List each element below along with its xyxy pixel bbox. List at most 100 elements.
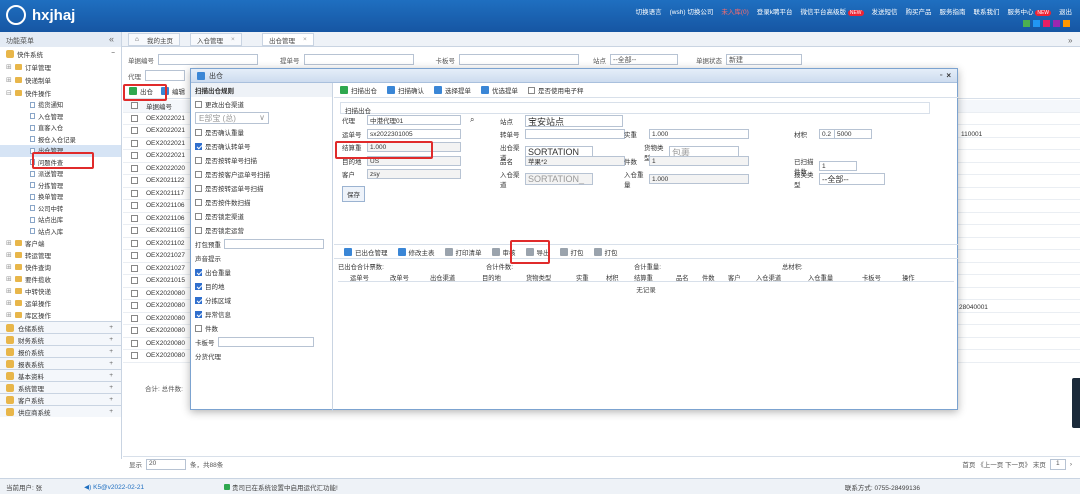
bill-input[interactable] xyxy=(303,54,414,65)
plus-icon[interactable]: + xyxy=(109,324,113,331)
sidebar-folder[interactable]: ⊞ 快递制单 xyxy=(0,73,121,86)
sidebar-item[interactable]: 分拣管理 xyxy=(0,180,121,192)
system-header[interactable]: 财务系统 + xyxy=(0,333,121,345)
waybill-input[interactable] xyxy=(158,54,258,65)
system-header[interactable]: 客户系统 + xyxy=(0,393,121,405)
save-button[interactable]: 保存 xyxy=(342,186,365,202)
rule-checkbox[interactable] xyxy=(195,156,202,164)
top-link[interactable]: 退出 xyxy=(1059,6,1072,16)
expand-icon[interactable]: ⊞ xyxy=(6,275,12,283)
plus-icon[interactable]: + xyxy=(109,396,113,403)
sound-option[interactable]: 目的地 xyxy=(191,279,332,293)
sidebar-item[interactable]: 入仓管理 xyxy=(0,111,121,123)
station-field-value[interactable]: 宝安站点 xyxy=(525,115,623,127)
declare-select-value[interactable]: --全部-- xyxy=(819,173,885,185)
sidebar-item[interactable]: 揽货通知 xyxy=(0,99,121,111)
tab-menu-icon[interactable]: » xyxy=(1068,36,1072,45)
top-link[interactable]: 登录k聘平台 xyxy=(757,6,793,16)
system-header[interactable]: 供应商系统 + xyxy=(0,405,121,417)
agent-field-value[interactable]: 中港代理01 xyxy=(367,115,461,125)
sidebar-item[interactable]: 报仓入仓记录 xyxy=(0,134,121,146)
sidebar-item[interactable]: 站点入库 xyxy=(0,226,121,238)
theme-purple[interactable] xyxy=(1053,20,1060,27)
plus-icon[interactable]: + xyxy=(109,360,113,367)
row-checkbox[interactable] xyxy=(131,252,138,260)
rule-checkbox[interactable] xyxy=(195,212,202,220)
sidebar-folder[interactable]: ⊞ 要件揽收 xyxy=(0,273,121,285)
in-channel-select-value[interactable]: SORTATION_ xyxy=(525,173,593,185)
sidebar-item[interactable]: 站点出库 xyxy=(0,214,121,226)
maximize-icon[interactable]: ▫ xyxy=(940,72,942,79)
in-weight-field-value[interactable]: 1.000 xyxy=(649,174,749,184)
system-header[interactable]: 基本资料 + xyxy=(0,369,121,381)
search-icon[interactable]: ⌕ xyxy=(470,115,474,125)
top-link[interactable]: 发送短信 xyxy=(872,6,898,16)
theme-pink[interactable] xyxy=(1043,20,1050,27)
row-checkbox[interactable] xyxy=(131,139,138,147)
system-header[interactable]: 仓储系统 + xyxy=(0,321,121,333)
sidebar-folder[interactable]: ⊞ 客户端 xyxy=(0,237,121,249)
detail-toolbar-button[interactable]: 打包 xyxy=(593,247,618,257)
sidebar-item[interactable]: 公司中转 xyxy=(0,203,121,215)
top-link[interactable]: 未入库(0) xyxy=(721,6,748,16)
sound-option[interactable]: 出仓重量 xyxy=(191,265,332,279)
plus-icon[interactable]: + xyxy=(109,348,113,355)
top-link[interactable]: (wsh) 切换公司 xyxy=(670,6,714,16)
row-checkbox[interactable] xyxy=(131,264,138,272)
tab-outbound[interactable]: 出仓管理 × xyxy=(262,33,314,46)
plus-icon[interactable]: + xyxy=(109,408,113,415)
sound-checkbox[interactable] xyxy=(195,310,202,318)
toolbar-button[interactable]: 扫描出仓 xyxy=(340,85,377,95)
rule-checkbox[interactable] xyxy=(195,170,202,178)
sound-checkbox[interactable] xyxy=(195,282,202,290)
top-link[interactable]: 微信平台高级版 NEW xyxy=(801,6,864,16)
top-link[interactable]: 联系我们 xyxy=(974,6,1000,16)
top-link[interactable]: 切换语言 xyxy=(636,6,662,16)
row-checkbox[interactable] xyxy=(131,327,138,335)
actual-weight-field-value[interactable]: 1.000 xyxy=(649,129,749,139)
rule-checkbox[interactable] xyxy=(195,226,202,234)
plus-icon[interactable]: + xyxy=(109,336,113,343)
expand-icon[interactable]: ⊞ xyxy=(6,63,12,71)
toolbar-button[interactable]: 优选提单 xyxy=(481,85,518,95)
tab-inbound[interactable]: 入仓管理 × xyxy=(190,33,242,46)
collapse-icon[interactable]: « xyxy=(109,34,114,44)
waybill-field-value[interactable]: sx2022301005 xyxy=(367,129,461,139)
detail-toolbar-button[interactable]: 修改主表 xyxy=(397,247,435,257)
rule-checkbox[interactable] xyxy=(195,198,202,206)
sound-option[interactable]: 件数 xyxy=(191,321,332,335)
sound-option[interactable]: 分拣区域 xyxy=(191,293,332,307)
detail-toolbar-button[interactable]: 打包 xyxy=(559,247,584,257)
rule-checkbox[interactable] xyxy=(195,184,202,192)
row-checkbox[interactable] xyxy=(131,239,138,247)
sidebar-folder[interactable]: ⊞ 库区操作 xyxy=(0,309,121,321)
status-select[interactable]: 新建 xyxy=(726,54,802,65)
scale-toggle[interactable]: 是否使用电子秤 xyxy=(528,85,584,95)
row-checkbox[interactable] xyxy=(131,214,138,222)
theme-orange[interactable] xyxy=(1063,20,1070,27)
rule-option[interactable]: 是否锁定运营 xyxy=(191,223,332,237)
expand-icon[interactable]: ⊞ xyxy=(6,76,12,84)
plus-icon[interactable]: + xyxy=(109,384,113,391)
row-checkbox[interactable] xyxy=(131,227,138,235)
sidebar-group[interactable]: 快件系统 − xyxy=(0,47,121,60)
pack-input[interactable] xyxy=(224,239,324,249)
system-header[interactable]: 系统管理 + xyxy=(0,381,121,393)
theme-green[interactable] xyxy=(1023,20,1030,27)
pieces-field-value[interactable]: 1 xyxy=(649,156,749,166)
close-icon[interactable]: × xyxy=(231,36,235,43)
go-icon[interactable]: › xyxy=(1070,461,1072,468)
top-link[interactable]: 服务中心 NEW xyxy=(1008,6,1051,16)
sound-checkbox[interactable] xyxy=(195,296,202,304)
system-header[interactable]: 报表系统 + xyxy=(0,357,121,369)
toolbar-button[interactable]: 扫描确认 xyxy=(387,85,424,95)
card-input[interactable] xyxy=(459,54,579,65)
sidebar-item[interactable]: 派送管理 xyxy=(0,168,121,180)
top-link[interactable]: 服务指南 xyxy=(940,6,966,16)
sidebar-folder[interactable]: ⊞ 运单操作 xyxy=(0,297,121,309)
plus-icon[interactable]: + xyxy=(109,372,113,379)
close-icon[interactable]: × xyxy=(303,36,307,43)
side-widget[interactable] xyxy=(1072,378,1080,428)
rule-option[interactable]: 是否按转运单号扫描 xyxy=(191,181,332,195)
sidebar-item[interactable]: 直客入仓 xyxy=(0,122,121,134)
